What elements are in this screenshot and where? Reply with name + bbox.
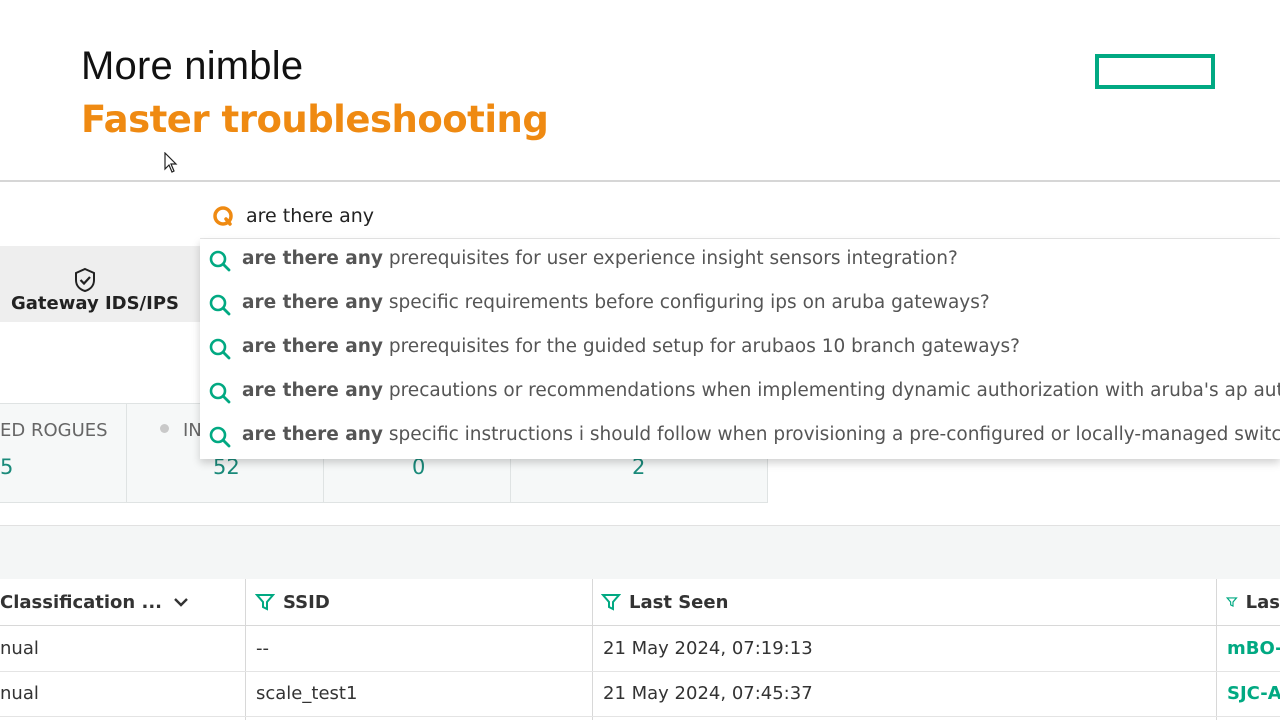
search-icon [209,294,231,316]
cell-last-seen: 21 May 2024, 07:19:13 [603,638,813,659]
column-header-last-seen[interactable]: Last Seen [601,579,1211,625]
cell-last-seen: 21 May 2024, 07:45:37 [603,683,813,704]
column-header-ssid[interactable]: SSID [255,579,590,625]
cell-classification: nual [0,683,39,704]
suggestion-item[interactable]: are there any specific instructions i sh… [200,415,1280,459]
column-label: Las [1245,591,1280,613]
stat-value: 5 [0,455,14,479]
suggestion-item[interactable]: are there any prerequisites for the guid… [200,327,1280,371]
stat-label: ED ROGUES [0,420,108,441]
column-label: Last Seen [629,591,729,613]
suggestion-item[interactable]: are there any prerequisites for user exp… [200,239,1280,283]
cell-ssid: scale_test1 [256,683,358,704]
hpe-logo [1095,54,1215,89]
suggestion-text: are there any prerequisites for user exp… [242,248,958,269]
toolbar-band [0,525,1280,581]
search-icon [209,338,231,360]
filter-icon[interactable] [1226,592,1238,612]
column-header-classification[interactable]: Classification ... [0,579,245,625]
ai-search-logo-icon [213,206,233,226]
column-label: SSID [283,591,330,613]
slide-subtitle: Faster troubleshooting [81,98,549,141]
search-icon [209,250,231,272]
suggestion-text: are there any specific requirements befo… [242,292,990,313]
suggestion-item[interactable]: are there any precautions or recommendat… [200,371,1280,415]
column-label: Classification ... [0,591,163,613]
table-row[interactable]: nual scale_test1 21 May 2024, 07:45:37 S… [0,671,1280,717]
cell-last-link[interactable]: SJC-AF [1227,683,1280,704]
stat-label: IN [183,420,202,441]
suggestion-text: are there any specific instructions i sh… [242,424,1280,445]
suggestion-text: are there any precautions or recommendat… [242,380,1280,401]
search-input[interactable] [246,200,1146,232]
search-icon [209,426,231,448]
status-dot [160,424,169,433]
suggestion-item[interactable]: are there any specific requirements befo… [200,283,1280,327]
filter-icon[interactable] [255,592,275,612]
slide-title: More nimble [81,44,304,88]
suggestion-text: are there any prerequisites for the guid… [242,336,1020,357]
stat-rogues[interactable]: ED ROGUES 5 [0,403,127,503]
chevron-down-icon[interactable] [172,593,190,611]
table-row[interactable]: nual -- 21 May 2024, 07:19:13 mBO- [0,626,1280,672]
cell-ssid: -- [256,638,269,659]
search-icon [209,382,231,404]
mouse-cursor-icon [164,152,178,173]
search-suggestions: are there any prerequisites for user exp… [200,239,1280,459]
filter-icon[interactable] [601,592,621,612]
shield-check-icon [75,267,95,293]
column-header-last[interactable]: Las [1226,579,1280,625]
cell-classification: nual [0,638,39,659]
cell-last-link[interactable]: mBO- [1227,638,1280,659]
gateway-tile-label: Gateway IDS/IPS [11,293,179,314]
